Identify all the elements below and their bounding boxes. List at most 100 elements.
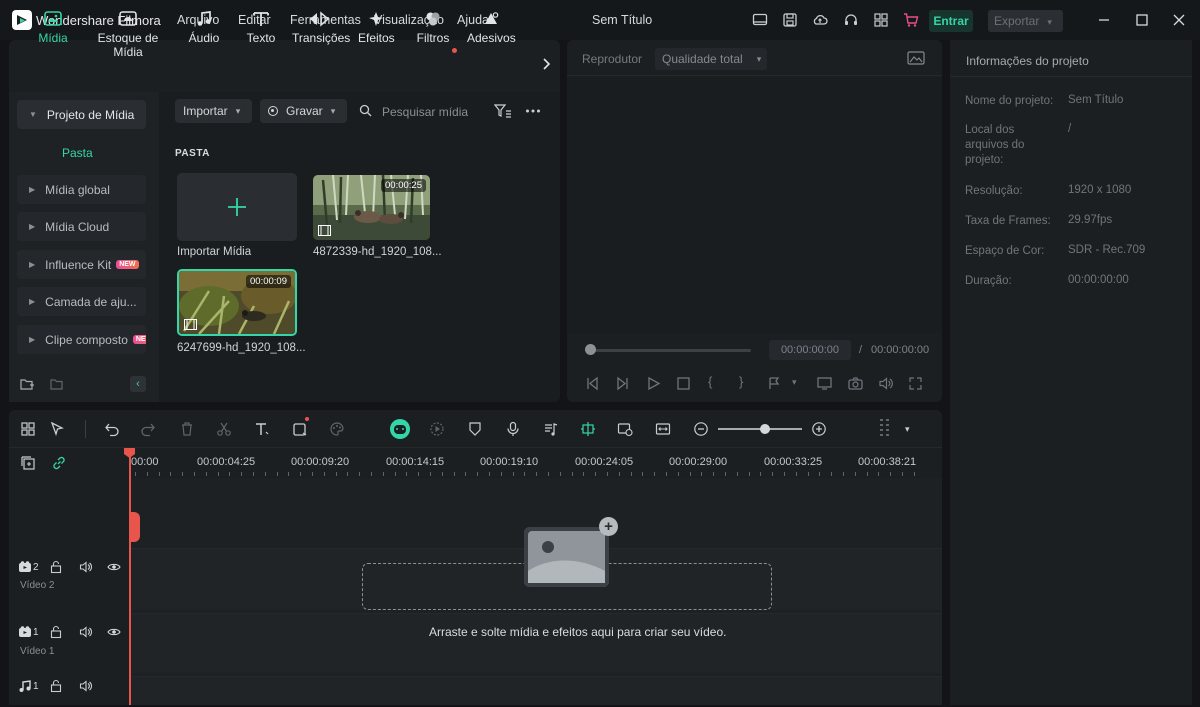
headset-icon[interactable]: [843, 12, 859, 28]
login-button[interactable]: Entrar: [929, 10, 973, 32]
add-track-icon[interactable]: [20, 455, 36, 471]
play-icon[interactable]: [646, 376, 661, 391]
ruler-tick: [808, 472, 809, 476]
tab-audio[interactable]: Áudio: [186, 10, 222, 45]
fit-timeline-icon[interactable]: [655, 421, 671, 437]
link-icon[interactable]: [51, 455, 67, 471]
close-icon[interactable]: [1171, 12, 1187, 28]
camera-icon[interactable]: [848, 376, 863, 391]
info-value: 29.97fps: [1068, 214, 1113, 226]
split-scene-icon[interactable]: [580, 421, 596, 437]
collapse-sidebar-button[interactable]: ‹: [130, 376, 146, 392]
volume-icon[interactable]: [878, 376, 893, 391]
player-label: Reprodutor: [582, 52, 643, 66]
sidebar-item-projeto-de-midia[interactable]: ▼ Projeto de Mídia: [17, 100, 146, 129]
maximize-icon[interactable]: [1134, 12, 1150, 28]
color-palette-icon[interactable]: [329, 421, 345, 437]
tab-adesivos[interactable]: Adesivos: [467, 10, 516, 45]
redo-icon[interactable]: [140, 421, 156, 437]
select-pointer-icon[interactable]: [50, 421, 66, 437]
tab-efeitos[interactable]: Efeitos: [358, 10, 395, 45]
crop-box-icon[interactable]: [292, 421, 308, 437]
search-input[interactable]: Pesquisar mídia: [382, 105, 468, 119]
folder-remove-icon[interactable]: [49, 376, 65, 392]
speaker-icon[interactable]: [79, 625, 93, 639]
ruler-tick: [265, 472, 266, 476]
export-button[interactable]: Exportar ▾: [988, 10, 1063, 32]
import-dropdown[interactable]: Importar ▾: [175, 99, 252, 123]
sidebar-item-midia-global[interactable]: ▶ Mídia global: [17, 175, 146, 204]
chevron-down-icon[interactable]: ▾: [792, 377, 797, 388]
fullscreen-icon[interactable]: [908, 376, 923, 391]
shield-mark-icon[interactable]: [467, 421, 483, 437]
lock-icon[interactable]: [49, 679, 63, 693]
cloud-upload-icon[interactable]: [812, 12, 828, 28]
marker-icon[interactable]: [767, 376, 782, 391]
snapshot-preview-icon[interactable]: [907, 51, 925, 65]
minimize-icon[interactable]: [1096, 12, 1112, 28]
tab-texto[interactable]: Texto: [243, 10, 279, 45]
sidebar-item-camada-de-ajuste[interactable]: ▶ Camada de aju...: [17, 287, 146, 316]
zoom-in-icon[interactable]: [811, 421, 827, 437]
tab-filtros-label: Filtros: [416, 31, 450, 45]
eye-icon[interactable]: [107, 560, 121, 574]
save-icon[interactable]: [782, 12, 798, 28]
mark-in-icon[interactable]: {: [708, 374, 712, 389]
track-lane-audio-1[interactable]: [130, 676, 942, 705]
record-dropdown[interactable]: Gravar ▾: [260, 99, 347, 123]
current-time[interactable]: 00:00:00:00: [769, 340, 851, 360]
tab-transicoes[interactable]: Transições: [292, 10, 350, 45]
playhead-tab[interactable]: [129, 512, 140, 542]
speaker-icon[interactable]: [79, 560, 93, 574]
display-settings-icon[interactable]: [817, 376, 832, 391]
cart-icon[interactable]: [903, 12, 919, 28]
chevron-down-icon[interactable]: ▾: [905, 424, 910, 435]
lock-icon[interactable]: [49, 560, 63, 574]
previous-frame-icon[interactable]: [585, 376, 600, 391]
ruler-tick: [395, 472, 396, 476]
sidebar-item-clipe-composto[interactable]: ▶ Clipe composto NEW: [17, 325, 146, 354]
media-clip-thumbnail[interactable]: 00:00:25: [313, 175, 430, 240]
filter-sort-icon[interactable]: [494, 103, 512, 119]
media-clip-thumbnail-selected[interactable]: 00:00:09: [177, 269, 297, 336]
stop-icon[interactable]: [676, 376, 691, 391]
text-tool-icon[interactable]: [254, 421, 270, 437]
delete-icon[interactable]: [179, 421, 195, 437]
more-options-icon[interactable]: [525, 104, 541, 118]
sidebar-subitem-pasta[interactable]: Pasta: [62, 146, 93, 160]
ai-assistant-icon[interactable]: [390, 419, 410, 439]
new-folder-icon[interactable]: [19, 376, 35, 392]
lock-icon[interactable]: [49, 625, 63, 639]
undo-icon[interactable]: [104, 421, 120, 437]
preview-render-icon[interactable]: [617, 421, 633, 437]
audio-list-icon[interactable]: [543, 421, 559, 437]
layout-icon[interactable]: [752, 12, 768, 28]
playhead[interactable]: [129, 448, 131, 705]
speaker-icon[interactable]: [79, 679, 93, 693]
chevron-right-icon[interactable]: [539, 56, 553, 72]
import-media-card[interactable]: [177, 173, 297, 241]
eye-icon[interactable]: [107, 625, 121, 639]
tab-estoque-label: Estoque de Mídia: [97, 31, 159, 59]
playback-progress[interactable]: [590, 349, 751, 352]
more-vertical-grip-icon[interactable]: [878, 418, 892, 440]
tab-midia[interactable]: Mídia: [35, 10, 71, 45]
next-frame-icon[interactable]: [615, 376, 630, 391]
grid-apps-icon[interactable]: [873, 12, 889, 28]
sidebar-item-midia-cloud[interactable]: ▶ Mídia Cloud: [17, 212, 146, 241]
auto-beat-icon[interactable]: [429, 421, 445, 437]
scissors-icon[interactable]: [216, 421, 232, 437]
layout-grid-icon[interactable]: [20, 421, 36, 437]
effects-icon: [369, 12, 383, 26]
tab-filtros[interactable]: Filtros: [415, 10, 451, 45]
tab-estoque-de-midia[interactable]: Estoque de Mídia: [84, 10, 172, 59]
zoom-out-icon[interactable]: [693, 421, 709, 437]
quality-dropdown[interactable]: Qualidade total ▾: [655, 48, 767, 70]
sidebar-item-influence-kit[interactable]: ▶ Influence Kit NEW: [17, 250, 146, 279]
microphone-icon[interactable]: [505, 421, 521, 437]
mark-out-icon[interactable]: }: [739, 374, 743, 389]
ruler-tick: [170, 472, 171, 476]
zoom-slider-knob[interactable]: [760, 424, 770, 434]
playback-knob[interactable]: [585, 344, 596, 355]
track-lane-video-1[interactable]: [130, 613, 942, 673]
